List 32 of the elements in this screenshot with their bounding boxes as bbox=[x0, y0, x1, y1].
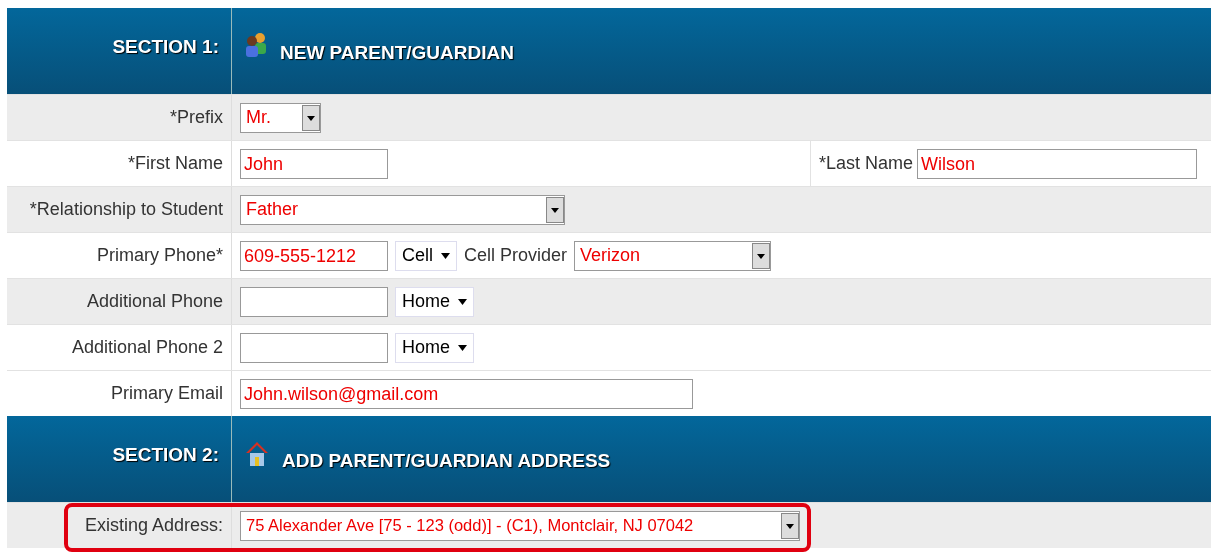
field-label: Cell Provider bbox=[464, 245, 568, 266]
caret-icon bbox=[458, 344, 467, 351]
text-field[interactable]: 609-555-1212 bbox=[240, 240, 388, 271]
field-label: Primary Phone* bbox=[96, 245, 223, 266]
house-icon bbox=[244, 440, 270, 468]
section-number: SECTION 2: bbox=[112, 443, 219, 467]
phone-type-dropdown[interactable]: Home bbox=[395, 332, 474, 363]
text-field[interactable]: Wilson bbox=[917, 148, 1198, 179]
dropdown[interactable]: Verizon bbox=[574, 240, 772, 271]
section-title: ADD PARENT/GUARDIAN ADDRESS bbox=[282, 449, 611, 473]
text-field[interactable]: John bbox=[240, 148, 388, 179]
field-label: Additional Phone 2 bbox=[71, 337, 223, 358]
text-field[interactable]: John.wilson@gmail.com bbox=[240, 378, 693, 409]
section-number: SECTION 1: bbox=[112, 35, 219, 59]
field-label: Primary Email bbox=[111, 383, 223, 404]
dropdown[interactable]: Father bbox=[240, 194, 565, 225]
field-label: *First Name bbox=[128, 153, 223, 174]
dropdown[interactable]: Mr. bbox=[240, 102, 321, 133]
field-label: *Prefix bbox=[170, 107, 223, 128]
people-icon bbox=[244, 32, 268, 58]
field-label: *Last Name bbox=[819, 153, 914, 174]
section-title: NEW PARENT/GUARDIAN bbox=[280, 41, 514, 65]
text-field[interactable] bbox=[240, 286, 388, 317]
caret-icon bbox=[458, 298, 467, 305]
field-label: Existing Address: bbox=[84, 515, 223, 536]
caret-icon bbox=[441, 252, 450, 259]
text-field[interactable] bbox=[240, 332, 388, 363]
phone-type-dropdown[interactable]: Home bbox=[395, 286, 474, 317]
dropdown[interactable]: 75 Alexander Ave [75 - 123 (odd)] - (C1), Montclair, NJ 07042 bbox=[240, 510, 800, 541]
phone-type-dropdown[interactable]: Cell bbox=[395, 240, 457, 271]
field-label: Additional Phone bbox=[86, 291, 223, 312]
field-label: *Relationship to Student bbox=[29, 199, 223, 220]
